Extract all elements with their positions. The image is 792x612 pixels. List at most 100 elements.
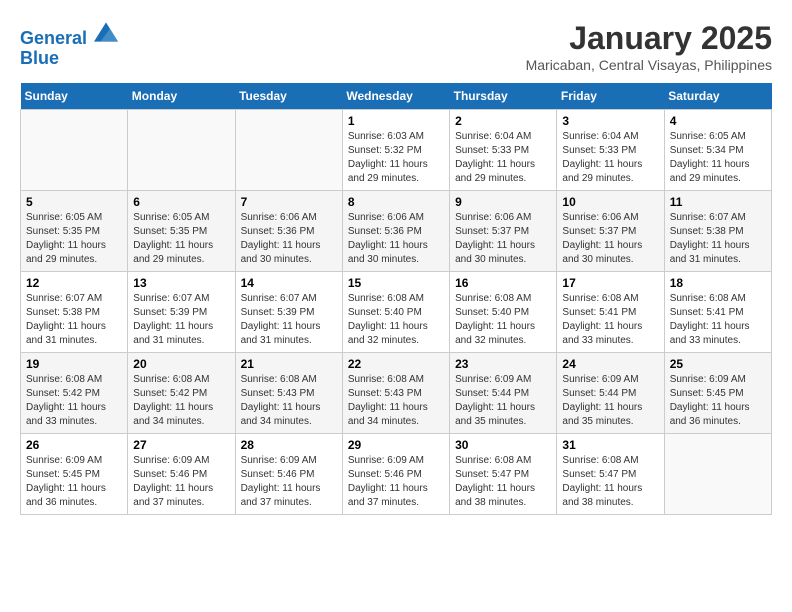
day-number: 16 (455, 276, 551, 290)
day-info: Sunrise: 6:09 AMSunset: 5:44 PMDaylight:… (455, 373, 551, 429)
calendar-cell: 18 Sunrise: 6:08 AMSunset: 5:41 PMDayligh… (664, 272, 771, 353)
header-row: SundayMondayTuesdayWednesdayThursdayFrid… (21, 83, 772, 110)
calendar-cell: 8 Sunrise: 6:06 AMSunset: 5:36 PMDaylight… (342, 191, 449, 272)
week-row-2: 5 Sunrise: 6:05 AMSunset: 5:35 PMDaylight… (21, 191, 772, 272)
day-number: 6 (133, 195, 229, 209)
day-info: Sunrise: 6:03 AMSunset: 5:32 PMDaylight:… (348, 130, 444, 186)
calendar-cell: 16 Sunrise: 6:08 AMSunset: 5:40 PMDayligh… (450, 272, 557, 353)
day-info: Sunrise: 6:08 AMSunset: 5:42 PMDaylight:… (133, 373, 229, 429)
week-row-4: 19 Sunrise: 6:08 AMSunset: 5:42 PMDayligh… (21, 353, 772, 434)
day-number: 13 (133, 276, 229, 290)
day-info: Sunrise: 6:08 AMSunset: 5:41 PMDaylight:… (562, 292, 658, 348)
calendar-cell: 21Sunrise: 6:08 AMSunset: 5:43 PMDayligh… (235, 353, 342, 434)
calendar-cell: 23Sunrise: 6:09 AMSunset: 5:44 PMDayligh… (450, 353, 557, 434)
logo-text: General (20, 20, 118, 49)
day-number: 22 (348, 357, 444, 371)
calendar-cell: 29 Sunrise: 6:09 AMSunset: 5:46 PMDayligh… (342, 434, 449, 515)
logo-blue: Blue (20, 49, 118, 69)
day-info: Sunrise: 6:05 AMSunset: 5:35 PMDaylight:… (133, 211, 229, 267)
calendar-cell: 12 Sunrise: 6:07 AMSunset: 5:38 PMDayligh… (21, 272, 128, 353)
calendar-cell: 3 Sunrise: 6:04 AMSunset: 5:33 PMDaylight… (557, 110, 664, 191)
day-number: 27 (133, 438, 229, 452)
calendar-cell (235, 110, 342, 191)
day-info: Sunrise: 6:08 AMSunset: 5:42 PMDaylight:… (26, 373, 122, 429)
week-row-5: 26 Sunrise: 6:09 AMSunset: 5:45 PMDayligh… (21, 434, 772, 515)
day-number: 5 (26, 195, 122, 209)
week-row-3: 12 Sunrise: 6:07 AMSunset: 5:38 PMDayligh… (21, 272, 772, 353)
day-number: 1 (348, 114, 444, 128)
header-tuesday: Tuesday (235, 83, 342, 110)
day-info: Sunrise: 6:08 AMSunset: 5:41 PMDaylight:… (670, 292, 766, 348)
calendar-table: SundayMondayTuesdayWednesdayThursdayFrid… (20, 83, 772, 515)
day-info: Sunrise: 6:04 AMSunset: 5:33 PMDaylight:… (562, 130, 658, 186)
calendar-cell: 5 Sunrise: 6:05 AMSunset: 5:35 PMDaylight… (21, 191, 128, 272)
calendar-cell: 24 Sunrise: 6:09 AMSunset: 5:44 PMDayligh… (557, 353, 664, 434)
logo-icon (94, 20, 118, 44)
logo-general: General (20, 28, 87, 48)
title-block: January 2025 Maricaban, Central Visayas,… (526, 20, 772, 73)
day-info: Sunrise: 6:05 AMSunset: 5:35 PMDaylight:… (26, 211, 122, 267)
day-number: 4 (670, 114, 766, 128)
day-number: 8 (348, 195, 444, 209)
calendar-cell: 15 Sunrise: 6:08 AMSunset: 5:40 PMDayligh… (342, 272, 449, 353)
header-friday: Friday (557, 83, 664, 110)
calendar-cell: 25Sunrise: 6:09 AMSunset: 5:45 PMDayligh… (664, 353, 771, 434)
week-row-1: 1 Sunrise: 6:03 AMSunset: 5:32 PMDaylight… (21, 110, 772, 191)
day-info: Sunrise: 6:07 AMSunset: 5:39 PMDaylight:… (133, 292, 229, 348)
header-wednesday: Wednesday (342, 83, 449, 110)
calendar-cell: 1 Sunrise: 6:03 AMSunset: 5:32 PMDaylight… (342, 110, 449, 191)
day-number: 17 (562, 276, 658, 290)
day-number: 19 (26, 357, 122, 371)
day-info: Sunrise: 6:06 AMSunset: 5:36 PMDaylight:… (348, 211, 444, 267)
calendar-cell: 27Sunrise: 6:09 AMSunset: 5:46 PMDayligh… (128, 434, 235, 515)
day-info: Sunrise: 6:07 AMSunset: 5:38 PMDaylight:… (670, 211, 766, 267)
header-sunday: Sunday (21, 83, 128, 110)
day-info: Sunrise: 6:08 AMSunset: 5:43 PMDaylight:… (348, 373, 444, 429)
day-number: 20 (133, 357, 229, 371)
calendar-cell: 28Sunrise: 6:09 AMSunset: 5:46 PMDayligh… (235, 434, 342, 515)
day-info: Sunrise: 6:09 AMSunset: 5:45 PMDaylight:… (26, 454, 122, 510)
calendar-cell: 17 Sunrise: 6:08 AMSunset: 5:41 PMDayligh… (557, 272, 664, 353)
day-number: 15 (348, 276, 444, 290)
day-number: 12 (26, 276, 122, 290)
calendar-cell: 31 Sunrise: 6:08 AMSunset: 5:47 PMDayligh… (557, 434, 664, 515)
calendar-cell: 22 Sunrise: 6:08 AMSunset: 5:43 PMDayligh… (342, 353, 449, 434)
header-saturday: Saturday (664, 83, 771, 110)
day-number: 2 (455, 114, 551, 128)
calendar-cell: 30 Sunrise: 6:08 AMSunset: 5:47 PMDayligh… (450, 434, 557, 515)
calendar-cell: 14Sunrise: 6:07 AMSunset: 5:39 PMDayligh… (235, 272, 342, 353)
day-info: Sunrise: 6:05 AMSunset: 5:34 PMDaylight:… (670, 130, 766, 186)
calendar-cell: 10 Sunrise: 6:06 AMSunset: 5:37 PMDayligh… (557, 191, 664, 272)
page-header: General Blue January 2025 Maricaban, Cen… (20, 20, 772, 73)
day-number: 10 (562, 195, 658, 209)
day-info: Sunrise: 6:06 AMSunset: 5:37 PMDaylight:… (562, 211, 658, 267)
day-info: Sunrise: 6:06 AMSunset: 5:37 PMDaylight:… (455, 211, 551, 267)
day-info: Sunrise: 6:04 AMSunset: 5:33 PMDaylight:… (455, 130, 551, 186)
day-number: 31 (562, 438, 658, 452)
calendar-cell: 6 Sunrise: 6:05 AMSunset: 5:35 PMDaylight… (128, 191, 235, 272)
day-number: 29 (348, 438, 444, 452)
day-number: 3 (562, 114, 658, 128)
location: Maricaban, Central Visayas, Philippines (526, 57, 772, 73)
day-number: 26 (26, 438, 122, 452)
day-number: 18 (670, 276, 766, 290)
day-info: Sunrise: 6:06 AMSunset: 5:36 PMDaylight:… (241, 211, 337, 267)
day-info: Sunrise: 6:09 AMSunset: 5:46 PMDaylight:… (241, 454, 337, 510)
day-number: 30 (455, 438, 551, 452)
day-info: Sunrise: 6:09 AMSunset: 5:44 PMDaylight:… (562, 373, 658, 429)
day-number: 25 (670, 357, 766, 371)
day-number: 11 (670, 195, 766, 209)
calendar-cell: 20 Sunrise: 6:08 AMSunset: 5:42 PMDayligh… (128, 353, 235, 434)
day-number: 14 (241, 276, 337, 290)
calendar-cell: 2 Sunrise: 6:04 AMSunset: 5:33 PMDaylight… (450, 110, 557, 191)
day-info: Sunrise: 6:08 AMSunset: 5:40 PMDaylight:… (455, 292, 551, 348)
day-info: Sunrise: 6:07 AMSunset: 5:38 PMDaylight:… (26, 292, 122, 348)
day-info: Sunrise: 6:09 AMSunset: 5:46 PMDaylight:… (348, 454, 444, 510)
day-info: Sunrise: 6:08 AMSunset: 5:47 PMDaylight:… (562, 454, 658, 510)
day-info: Sunrise: 6:08 AMSunset: 5:40 PMDaylight:… (348, 292, 444, 348)
day-number: 21 (241, 357, 337, 371)
day-number: 24 (562, 357, 658, 371)
calendar-cell: 13 Sunrise: 6:07 AMSunset: 5:39 PMDayligh… (128, 272, 235, 353)
header-thursday: Thursday (450, 83, 557, 110)
day-info: Sunrise: 6:08 AMSunset: 5:47 PMDaylight:… (455, 454, 551, 510)
